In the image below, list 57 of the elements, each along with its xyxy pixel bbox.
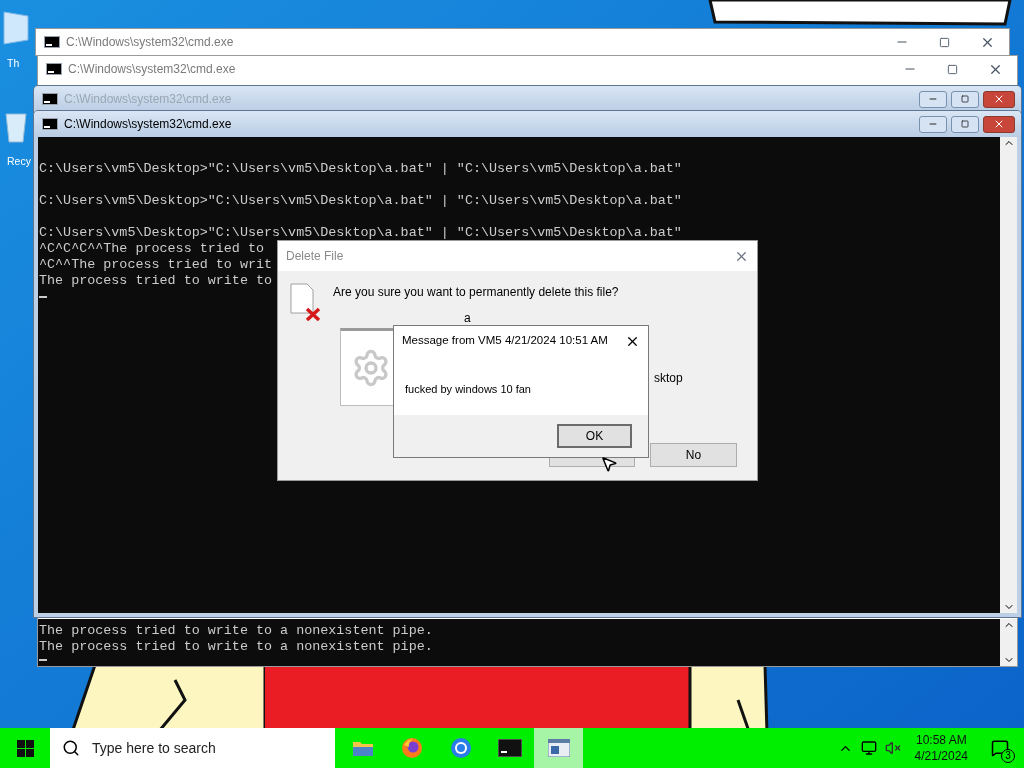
maximize-icon (961, 95, 969, 103)
maximize-icon[interactable] (939, 36, 950, 48)
notification-badge: 3 (1001, 749, 1015, 763)
search-field[interactable]: Type here to search (50, 728, 335, 768)
monitor-icon[interactable] (0, 10, 30, 46)
window-icon[interactable] (547, 739, 570, 757)
console-icon (42, 118, 58, 130)
file-location: sktop (654, 370, 683, 387)
browser-icon[interactable] (449, 737, 472, 759)
message-text: fucked by windows 10 fan (405, 383, 531, 395)
text-cursor (39, 659, 47, 661)
clock-date: 4/21/2024 (914, 748, 968, 764)
ok-button[interactable]: OK (557, 424, 632, 448)
console-line: ^C^^The process tried to writ (39, 257, 273, 272)
window-title: C:\Windows\system32\cmd.exe (64, 91, 232, 108)
maximize-icon (961, 120, 969, 128)
folder-icon[interactable] (351, 739, 374, 757)
minimize-button[interactable] (919, 90, 947, 108)
scrollbar[interactable] (1000, 137, 1017, 613)
console-icon (42, 93, 58, 105)
console-icon (46, 63, 62, 75)
start-icon[interactable] (16, 739, 34, 757)
notifications-icon[interactable] (991, 739, 1009, 757)
icon-label[interactable]: Th (7, 56, 20, 72)
close-button[interactable] (983, 115, 1015, 133)
confirm-question: Are you sure you want to permanently delete this file? (333, 284, 619, 301)
no-button[interactable]: No (650, 443, 737, 467)
console-line: The process tried to write to a nonexistent pipe. (39, 639, 433, 654)
console-line: The process tried to write to a nonexistent pipe. (39, 623, 433, 638)
console-line: ^C^C^C^^The process tried to (39, 241, 264, 256)
console-line: The process tried to write to (39, 273, 273, 288)
clock[interactable]: 10:58 AM 4/21/2024 (908, 732, 974, 764)
console-line: C:\Users\vm5\Desktop>"C:\Users\vm5\Desktop\a.bat" | "C:\Users\vm5\Desktop\a.bat" (39, 161, 682, 176)
icon-label[interactable]: Recy (7, 154, 31, 170)
scrollbar[interactable] (1000, 619, 1017, 666)
dialog-title: Delete File (286, 248, 344, 265)
text-cursor (39, 296, 47, 298)
console-line: C:\Users\vm5\Desktop>"C:\Users\vm5\Desktop\a.bat" | "C:\Users\vm5\Desktop\a.bat" (39, 225, 682, 240)
mouse-pointer-icon (600, 455, 618, 473)
minimize-button[interactable] (919, 115, 947, 133)
maximize-icon[interactable] (947, 63, 958, 75)
muted-speaker-icon[interactable] (884, 740, 901, 756)
close-icon (993, 118, 1005, 130)
firefox-icon[interactable] (400, 737, 423, 759)
console-icon (44, 36, 60, 48)
file-name: a (464, 310, 471, 327)
console-icon[interactable] (497, 739, 522, 757)
window-title: C:\Windows\system32\cmd.exe (68, 61, 236, 78)
clock-time: 10:58 AM (915, 732, 967, 748)
close-icon (993, 93, 1005, 105)
search-icon (62, 739, 80, 757)
close-button[interactable] (983, 90, 1015, 108)
window-title: C:\Windows\system32\cmd.exe (66, 34, 234, 51)
message-title: Message from VM5 4/21/2024 10:51 AM (402, 333, 608, 349)
gear-icon (351, 348, 391, 388)
console-line: C:\Users\vm5\Desktop>"C:\Users\vm5\Desktop\a.bat" | "C:\Users\vm5\Desktop\a.bat" (39, 193, 682, 208)
window-title: C:\Windows\system32\cmd.exe (64, 116, 232, 133)
